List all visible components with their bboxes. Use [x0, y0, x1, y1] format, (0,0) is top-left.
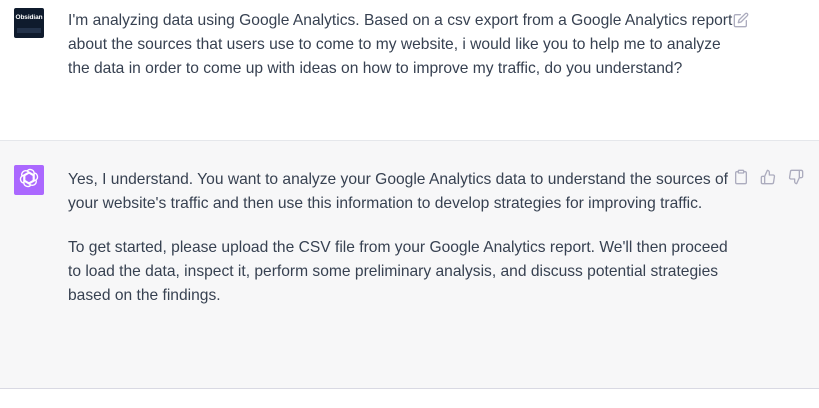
user-avatar-band	[17, 28, 41, 33]
assistant-paragraph: To get started, please upload the CSV fi…	[68, 239, 728, 304]
edit-button[interactable]	[731, 10, 751, 30]
edit-icon	[733, 12, 749, 28]
openai-logo-icon	[18, 167, 40, 194]
page-footer-space	[0, 389, 819, 408]
user-avatar: Obsidian	[14, 8, 44, 38]
copy-button[interactable]	[731, 167, 751, 187]
assistant-message-text: Yes, I understand. You want to analyze y…	[68, 168, 728, 308]
assistant-avatar	[14, 165, 44, 195]
assistant-paragraph: Yes, I understand. You want to analyze y…	[68, 171, 728, 212]
thumbs-down-icon	[788, 169, 804, 185]
user-message-text: I'm analyzing data using Google Analytic…	[68, 12, 733, 77]
thumbs-down-button[interactable]	[786, 167, 806, 187]
user-message-row: Obsidian I'm analyzing data using Google…	[0, 0, 819, 141]
assistant-message-row: Yes, I understand. You want to analyze y…	[0, 141, 819, 389]
thumbs-up-button[interactable]	[758, 167, 778, 187]
user-avatar-label: Obsidian	[15, 14, 43, 21]
thumbs-up-icon	[760, 169, 776, 185]
copy-icon	[733, 169, 749, 185]
